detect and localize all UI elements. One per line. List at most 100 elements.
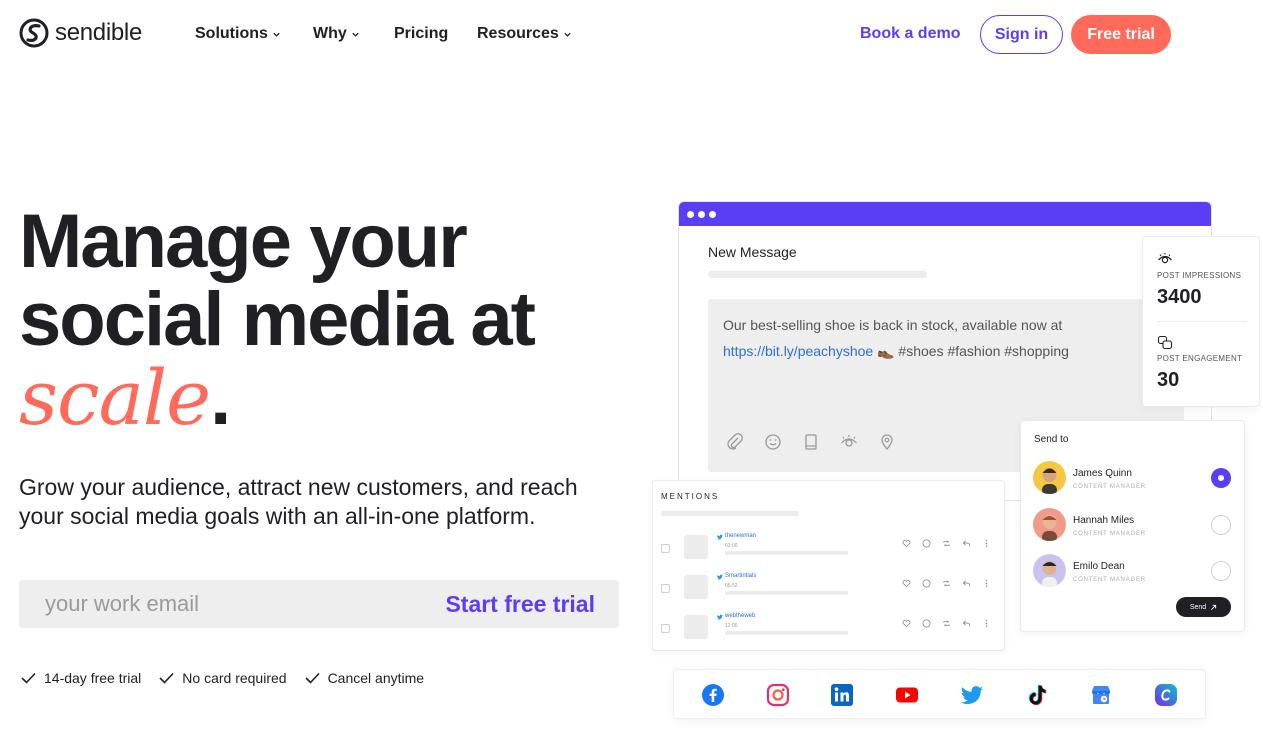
nav-item-resources[interactable]: Resources <box>477 25 572 43</box>
chevron-down-icon <box>352 32 359 37</box>
sign-in-button[interactable]: Sign in <box>980 15 1063 54</box>
mentions-card: MENTIONS thenewman 03:00 Smartintials 05… <box>652 480 1005 651</box>
mentions-title: MENTIONS <box>661 492 720 501</box>
retweet-icon <box>943 540 950 547</box>
hero-subtitle: Grow your audience, attract new customer… <box>19 474 578 529</box>
paperclip-icon <box>727 433 743 450</box>
recipient-role: CONTENT MANAGER <box>1073 577 1146 583</box>
more-icon <box>985 540 988 547</box>
perk-item: Cancel anytime <box>304 670 425 686</box>
eye-icon <box>1158 253 1172 264</box>
stat-value: 3400 <box>1157 286 1202 308</box>
retweet-icon <box>943 580 950 587</box>
book-icon <box>805 434 817 450</box>
brand-name: sendible <box>55 19 143 46</box>
twitter-icon <box>717 574 723 580</box>
recipient-name: Hannah Miles <box>1073 515 1135 526</box>
location-pin-icon <box>881 434 893 451</box>
message-text: Our best-selling shoe is back in stock, … <box>723 312 1143 364</box>
placeholder-line <box>708 271 927 278</box>
send-label: Send <box>1189 603 1207 611</box>
canva-icon <box>1155 684 1177 706</box>
free-trial-button[interactable]: Free trial <box>1071 15 1171 54</box>
window-dot <box>687 210 694 218</box>
send-to-card: Send to James Quinn CONTENT MANAGER Hann… <box>1020 420 1245 632</box>
hero-title-line-2: social media at <box>19 277 536 362</box>
avatar <box>1033 508 1066 541</box>
mention-time: 12:00 <box>725 623 738 629</box>
book-demo-link[interactable]: Book a demo <box>860 25 960 43</box>
work-email-input[interactable] <box>19 580 419 628</box>
twitter-icon <box>717 614 723 620</box>
window-title-bar <box>679 202 1211 226</box>
check-icon <box>304 672 320 684</box>
heart-icon <box>902 620 911 628</box>
message-hashtags: #shoes #fashion #shopping <box>894 343 1069 359</box>
sendible-logo-icon <box>19 18 49 48</box>
stat-value: 30 <box>1157 369 1180 391</box>
mention-thumbnail <box>684 615 708 639</box>
hero-title: Manage your social media at scale. <box>19 199 619 438</box>
mention-actions <box>902 619 991 628</box>
nav-item-label: Why <box>313 25 347 42</box>
eye-icon <box>841 435 857 447</box>
stat-label: POST ENGAGEMENT <box>1157 354 1243 363</box>
avatar <box>1033 554 1066 587</box>
nav-item-label: Resources <box>477 25 559 42</box>
mention-handle: Smartintials <box>725 573 757 579</box>
send-to-title: Send to <box>1034 434 1069 445</box>
hero-title-accent: scale <box>19 353 211 442</box>
recipient-row: Hannah Miles CONTENT MANAGER <box>1033 508 1233 542</box>
chat-icon <box>1157 335 1173 350</box>
placeholder-line <box>661 511 799 516</box>
perk-label: Cancel anytime <box>327 670 425 686</box>
twitter-icon <box>717 534 723 540</box>
google-business-icon <box>1092 686 1110 704</box>
twitter-icon <box>961 686 983 705</box>
more-icon <box>985 620 988 627</box>
start-free-trial-button[interactable]: Start free trial <box>445 580 595 628</box>
heart-icon <box>902 540 911 548</box>
retweet-icon <box>943 620 950 627</box>
nav-item-label: Pricing <box>394 25 449 42</box>
youtube-icon <box>896 687 918 703</box>
facebook-icon <box>702 684 724 706</box>
tiktok-icon <box>1028 684 1047 706</box>
mention-actions <box>902 539 991 548</box>
heart-icon <box>902 580 911 588</box>
divider <box>1157 321 1247 322</box>
nav-item-solutions[interactable]: Solutions <box>195 25 281 43</box>
mention-handle: thenewman <box>725 533 757 539</box>
recipient-role: CONTENT MANAGER <box>1073 484 1146 490</box>
sendible-logo[interactable]: sendible <box>19 18 142 48</box>
reply-icon <box>962 540 971 547</box>
linkedin-icon <box>831 684 853 706</box>
recipient-row: Emilo Dean CONTENT MANAGER <box>1033 554 1233 588</box>
perks-list: 14-day free trial No card required Cance… <box>21 670 424 686</box>
perk-label: No card required <box>182 670 287 686</box>
instagram-icon <box>766 683 790 707</box>
signup-form: Start free trial <box>19 580 619 628</box>
recipient-radio <box>1211 561 1231 581</box>
mention-time: 05:52 <box>725 583 738 589</box>
nav-item-pricing[interactable]: Pricing <box>394 25 448 43</box>
message-body: Our best-selling shoe is back in stock, … <box>723 317 1063 333</box>
reply-icon <box>962 580 971 587</box>
check-icon <box>21 672 36 684</box>
hero-title-line-1: Manage your <box>19 199 468 284</box>
compose-toolbar <box>726 433 896 451</box>
mention-time: 03:00 <box>725 543 738 549</box>
recipient-name: Emilo Dean <box>1073 561 1125 572</box>
social-networks-bar <box>673 669 1206 719</box>
recipient-role: CONTENT MANAGER <box>1073 531 1146 537</box>
shoe-emoji: 👞 <box>877 343 895 359</box>
message-link: https://bit.ly/peachyshoe <box>723 343 874 359</box>
placeholder-line <box>725 551 848 555</box>
nav-item-why[interactable]: Why <box>313 25 360 43</box>
perk-label: 14-day free trial <box>44 670 142 686</box>
mention-thumbnail <box>684 575 708 599</box>
chevron-down-icon <box>564 32 571 37</box>
arrow-up-right-icon <box>1211 604 1217 610</box>
recipient-name: James Quinn <box>1073 468 1132 479</box>
mention-handle: webtheweb <box>725 613 756 619</box>
